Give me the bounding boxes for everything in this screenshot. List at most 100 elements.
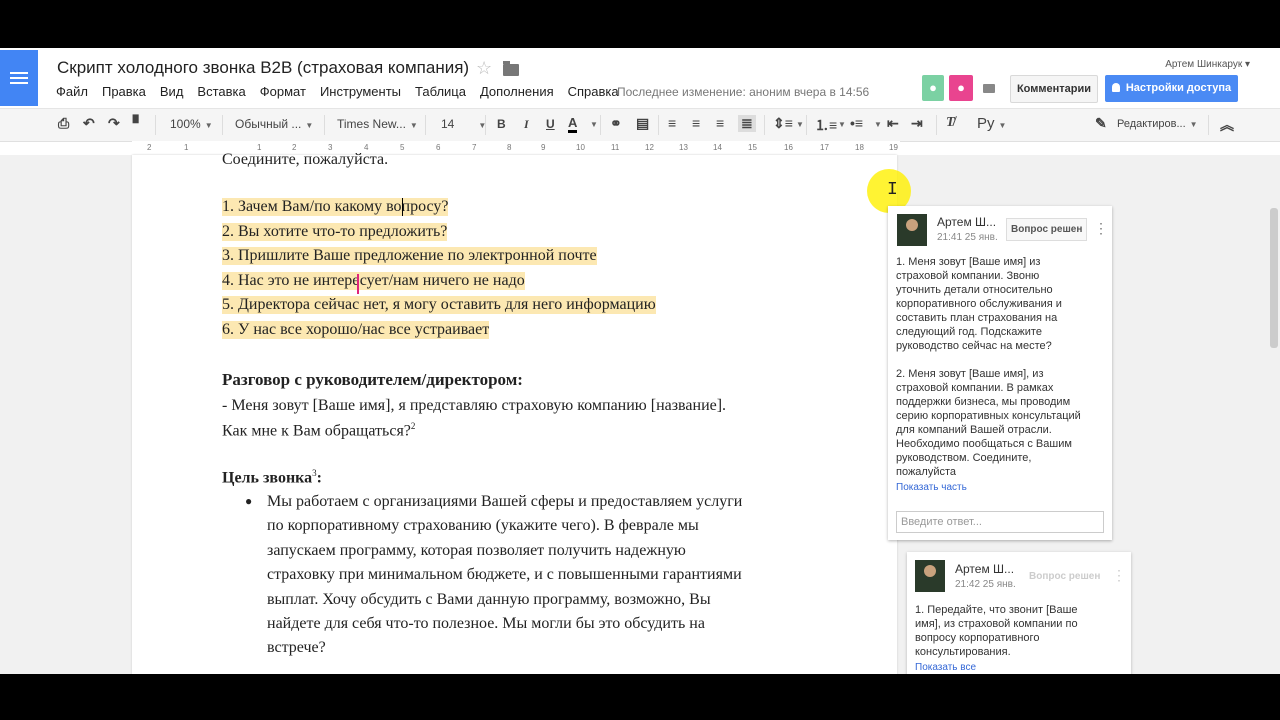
cloud-addon-icon[interactable]: ● bbox=[949, 75, 973, 101]
link-icon[interactable]: ⚭ bbox=[610, 115, 622, 132]
menu-view[interactable]: Вид bbox=[160, 84, 184, 99]
chevron-down-icon: ▼ bbox=[1189, 120, 1198, 129]
style-select[interactable]: Обычный ... ▼ bbox=[235, 117, 313, 131]
ruler-tick: 14 bbox=[713, 143, 722, 152]
comment-time[interactable]: 21:41 25 янв. bbox=[937, 232, 998, 243]
ruler-tick: 15 bbox=[748, 143, 757, 152]
ruler-tick: 2 bbox=[147, 143, 152, 152]
menu-format[interactable]: Формат bbox=[260, 84, 306, 99]
ruler-tick: 10 bbox=[576, 143, 585, 152]
ruler-tick: 5 bbox=[400, 143, 405, 152]
comments-button[interactable]: Комментарии bbox=[1010, 75, 1098, 103]
person-icon bbox=[1111, 83, 1120, 92]
menu-edit[interactable]: Правка bbox=[102, 84, 146, 99]
divider bbox=[658, 115, 659, 135]
comment-body: 1. Меня зовут [Ваше имя] из страховой ко… bbox=[896, 255, 1081, 479]
share-button-label: Настройки доступа bbox=[1125, 82, 1232, 94]
folder-icon[interactable] bbox=[503, 61, 519, 76]
line-spacing-icon[interactable]: ⇕≡ bbox=[773, 115, 793, 132]
scrollbar[interactable] bbox=[1270, 208, 1278, 348]
increase-indent-icon[interactable]: ⇥ bbox=[911, 115, 923, 132]
comment-line: следующий год. Подскажите bbox=[896, 326, 1042, 338]
chevron-down-icon[interactable]: ▼ bbox=[838, 120, 846, 129]
paragraph-line: - Меня зовут [Ваше имя], я представляю с… bbox=[222, 397, 727, 414]
show-all-link[interactable]: Показать все bbox=[915, 662, 976, 673]
divider bbox=[1208, 115, 1209, 135]
resolve-button[interactable]: Вопрос решен bbox=[1024, 565, 1105, 588]
show-less-link[interactable]: Показать часть bbox=[896, 482, 967, 493]
input-tools-button[interactable]: Ру ▼ bbox=[977, 115, 1006, 132]
align-justify-icon[interactable]: ≣ bbox=[738, 115, 756, 132]
last-edit-status[interactable]: Последнее изменение: аноним вчера в 14:5… bbox=[617, 85, 869, 99]
comment-line: 1. Меня зовут [Ваше имя] из bbox=[896, 256, 1041, 268]
comment-line: поддержки бизнеса, мы проводим bbox=[896, 396, 1071, 408]
ruler-tick: 18 bbox=[855, 143, 864, 152]
comment-author[interactable]: Артем Ш... bbox=[955, 562, 1014, 576]
menu-insert[interactable]: Вставка bbox=[197, 84, 245, 99]
print-icon[interactable]: ⎙ bbox=[58, 115, 69, 132]
bulleted-list-icon[interactable]: •≡ bbox=[850, 115, 863, 131]
resolve-button[interactable]: Вопрос решен bbox=[1006, 218, 1088, 241]
align-right-icon[interactable]: ≡ bbox=[716, 115, 724, 131]
bullet-line: страховку при минимальном бюджете, и с п… bbox=[267, 566, 742, 583]
doc-text-partial: Соедините, пожалуйста. bbox=[222, 151, 389, 168]
ruler-tick: 7 bbox=[472, 143, 477, 152]
align-center-icon[interactable]: ≡ bbox=[692, 115, 700, 131]
comment-line: для компаний Вашей отрасли. bbox=[896, 424, 1052, 436]
font-size-select[interactable]: 14 ▼ bbox=[441, 117, 486, 131]
clear-formatting-icon[interactable]: T̸ bbox=[946, 115, 955, 131]
editing-mode-value: Редактиров... bbox=[1117, 118, 1186, 130]
comment-line: страховой компании. В рамках bbox=[896, 382, 1054, 394]
menu-help[interactable]: Справка bbox=[568, 84, 619, 99]
menu-table[interactable]: Таблица bbox=[415, 84, 466, 99]
reply-input[interactable]: Введите ответ... bbox=[896, 511, 1104, 533]
redo-icon[interactable]: ↷ bbox=[108, 115, 120, 132]
bullet-marker: ● bbox=[245, 494, 253, 508]
share-button[interactable]: Настройки доступа bbox=[1105, 75, 1238, 102]
italic-button[interactable]: I bbox=[524, 117, 529, 132]
menu-addons[interactable]: Дополнения bbox=[480, 84, 554, 99]
numbered-list-icon[interactable]: ⒈≡ bbox=[815, 115, 837, 135]
chat-icon[interactable] bbox=[983, 84, 995, 93]
chevron-down-icon: ▼ bbox=[998, 121, 1007, 130]
align-left-icon[interactable]: ≡ bbox=[668, 115, 676, 131]
zoom-select[interactable]: 100% ▼ bbox=[170, 117, 213, 131]
comment-icon[interactable]: ▤ bbox=[636, 115, 649, 132]
bullet-line: выплат. Хочу обсудить с Вами данную прог… bbox=[267, 591, 711, 608]
menu-tools[interactable]: Инструменты bbox=[320, 84, 401, 99]
comment-line: уточнить детали относительно bbox=[896, 284, 1053, 296]
more-options-icon[interactable]: ⋮ bbox=[1112, 567, 1126, 584]
collaborator-cursor bbox=[357, 274, 359, 294]
avatar bbox=[915, 560, 945, 592]
bullet-line: по корпоративному страхованию (укажите ч… bbox=[267, 517, 699, 534]
chevron-down-icon[interactable]: ▼ bbox=[590, 120, 598, 129]
pencil-icon[interactable]: ✎ bbox=[1095, 115, 1107, 132]
font-select[interactable]: Times New... ▼ bbox=[337, 117, 418, 131]
docs-window: Скрипт холодного звонка B2B (страховая к… bbox=[0, 48, 1280, 674]
text-color-button[interactable]: A bbox=[568, 116, 578, 133]
paint-format-icon[interactable]: ▘ bbox=[133, 115, 144, 132]
editing-mode-select[interactable]: Редактиров... ▼ bbox=[1117, 118, 1198, 130]
ruler-tick: 8 bbox=[507, 143, 512, 152]
chevron-down-icon[interactable]: ▼ bbox=[874, 120, 882, 129]
comment-line bbox=[896, 353, 1081, 367]
underline-button[interactable]: U bbox=[546, 117, 555, 131]
comment-line: имя], из страховой компании по bbox=[915, 618, 1078, 630]
user-account[interactable]: Артем Шинкарук ▾ bbox=[1165, 59, 1250, 70]
collapse-menu-icon[interactable]: ︽ bbox=[1220, 115, 1234, 135]
comment-line: руководство сейчас на месте? bbox=[896, 340, 1052, 352]
menu-file[interactable]: Файл bbox=[56, 84, 88, 99]
undo-icon[interactable]: ↶ bbox=[83, 115, 95, 132]
more-options-icon[interactable]: ⋮ bbox=[1094, 220, 1108, 237]
document-title[interactable]: Скрипт холодного звонка B2B (страховая к… bbox=[57, 58, 469, 78]
star-icon[interactable]: ☆ bbox=[476, 58, 492, 79]
android-addon-icon[interactable]: ● bbox=[922, 75, 944, 101]
comment-author[interactable]: Артем Ш... bbox=[937, 215, 996, 229]
bold-button[interactable]: B bbox=[497, 117, 506, 131]
decrease-indent-icon[interactable]: ⇤ bbox=[887, 115, 899, 132]
footnote-ref[interactable]: 2 bbox=[411, 421, 416, 431]
chevron-down-icon[interactable]: ▼ bbox=[796, 120, 804, 129]
comment-time[interactable]: 21:42 25 янв. bbox=[955, 579, 1016, 590]
chevron-down-icon: ▼ bbox=[409, 121, 418, 130]
docs-home-icon[interactable] bbox=[0, 50, 38, 106]
